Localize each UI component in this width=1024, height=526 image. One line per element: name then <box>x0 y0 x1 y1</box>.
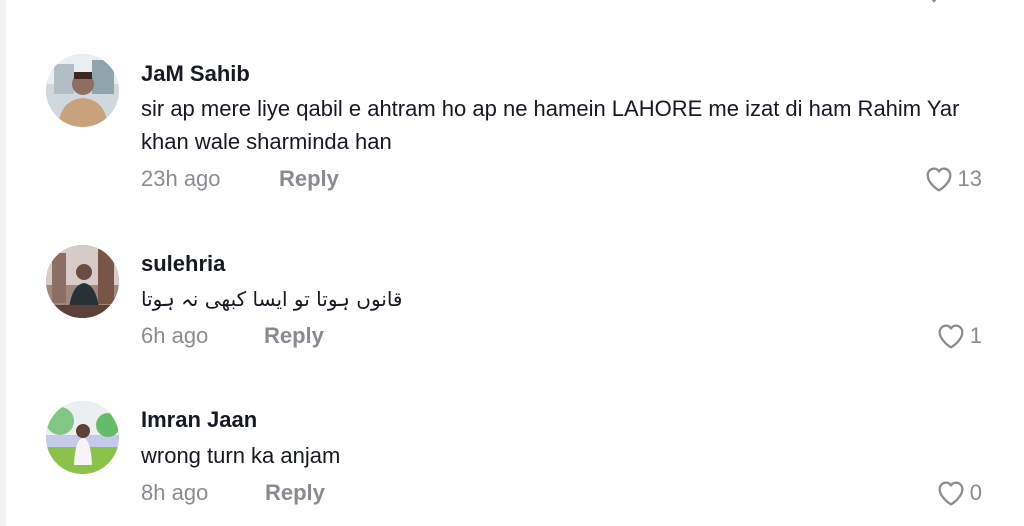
avatar[interactable] <box>46 401 119 474</box>
like-count: 13 <box>957 166 982 191</box>
previous-comment-clipped <box>0 0 1024 8</box>
comment-timestamp: 6h ago <box>141 323 209 348</box>
comment-text: sir ap mere liye qabil e ahtram ho ap ne… <box>141 96 960 154</box>
chevron-down-icon[interactable] <box>925 0 943 3</box>
comment-username[interactable]: sulehria <box>141 251 225 277</box>
comment-timestamp: 8h ago <box>141 480 209 505</box>
avatar[interactable] <box>46 245 119 318</box>
heart-icon <box>938 324 964 349</box>
comment-text: wrong turn ka anjam <box>141 443 341 468</box>
comment-timestamp: 23h ago <box>141 166 221 191</box>
profile-photo-icon <box>46 401 119 474</box>
like-button[interactable]: 1 <box>935 320 982 352</box>
like-count: 1 <box>969 323 982 348</box>
reply-button[interactable]: Reply <box>265 480 325 506</box>
like-button[interactable]: 0 <box>935 477 982 509</box>
page-edge <box>0 0 6 526</box>
heart-icon <box>938 481 964 506</box>
reply-button[interactable]: Reply <box>279 166 339 192</box>
profile-photo-icon <box>46 245 119 318</box>
reply-button[interactable]: Reply <box>264 323 324 349</box>
avatar[interactable] <box>46 54 119 127</box>
profile-photo-icon <box>46 54 119 127</box>
like-count: 0 <box>969 480 982 505</box>
heart-icon <box>926 167 951 192</box>
comment-username[interactable]: JaM Sahib <box>141 61 250 87</box>
comment-username[interactable]: Imran Jaan <box>141 407 257 433</box>
like-button[interactable]: 13 <box>923 163 982 195</box>
comment-text: قانوں ہوتا تو ایسا کبھی نہ ہوتا <box>141 287 403 311</box>
